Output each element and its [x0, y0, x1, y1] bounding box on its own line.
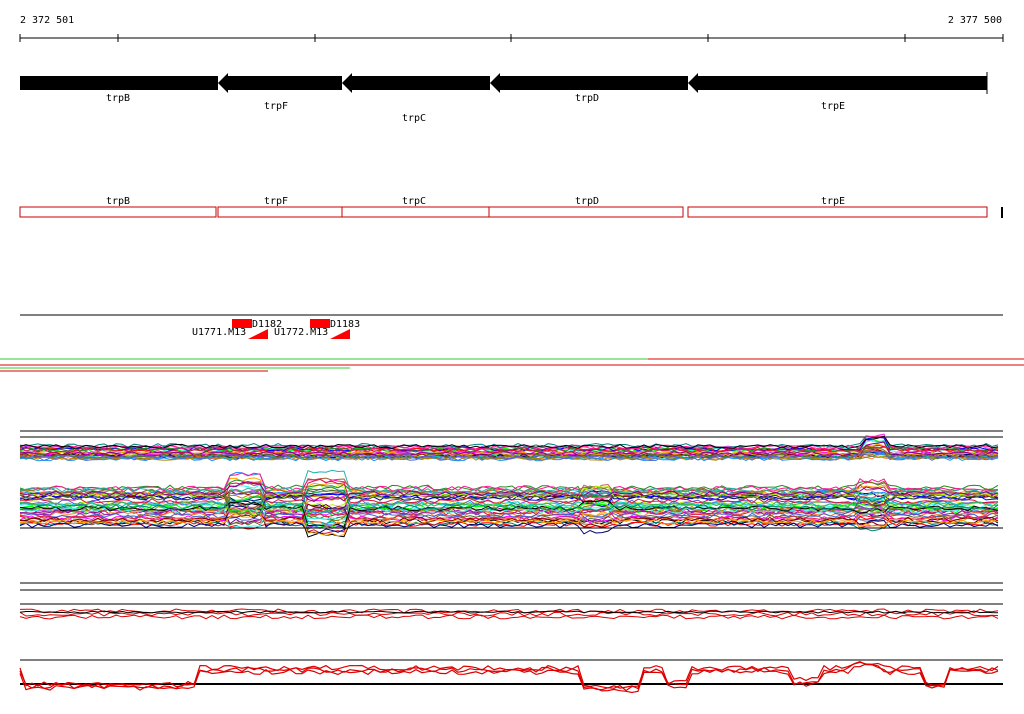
cds-box-trpD[interactable]	[488, 206, 684, 218]
coverage-lines	[0, 358, 1024, 372]
cds-track[interactable]: trpB trpF trpC trpD trpE	[19, 196, 1003, 218]
cds-box-trpC[interactable]	[341, 206, 490, 218]
red-profile-track-c	[19, 582, 1003, 620]
cds-box-trpB[interactable]	[19, 206, 217, 218]
clone-u1771-m13[interactable]	[248, 329, 268, 339]
gene-label-trpE: trpE	[821, 101, 845, 112]
red-profile-track-d	[19, 659, 1003, 694]
gene-arrow-trpD[interactable]	[490, 73, 688, 93]
cds-label-trpC: trpC	[402, 196, 426, 207]
probe-track[interactable]: D1182 U1771.M13 D1183 U1772.M13	[20, 314, 1003, 339]
gene-label-trpF: trpF	[264, 101, 288, 112]
gene-label-trpC: trpC	[402, 113, 426, 124]
cds-label-trpE: trpE	[821, 196, 845, 207]
genome-browser-view: 2 372 501 2 377 500 trpB trpF trpC trpD …	[0, 15, 1024, 694]
ruler-end-label: 2 377 500	[948, 15, 1002, 26]
clone-label-u1772: U1772.M13	[274, 327, 328, 338]
cds-label-trpD: trpD	[575, 196, 599, 207]
expression-profile-track-b	[19, 469, 1003, 538]
coordinate-ruler: 2 372 501 2 377 500	[19, 15, 1004, 42]
clone-u1772-m13[interactable]	[330, 329, 350, 339]
gene-track[interactable]: trpB trpF trpC trpD trpE	[20, 72, 988, 124]
gene-arrow-trpE[interactable]	[688, 73, 987, 93]
profile-c-series	[19, 614, 999, 620]
cds-label-trpB: trpB	[106, 196, 130, 207]
ruler-start-label: 2 372 501	[20, 15, 74, 26]
gene-arrow-trpF[interactable]	[218, 73, 342, 93]
cds-box-trpF[interactable]	[217, 206, 343, 218]
track-end-marker	[1001, 207, 1003, 218]
gene-label-trpB: trpB	[106, 93, 130, 104]
expression-profile-track-a	[19, 430, 1003, 462]
clone-label-u1771: U1771.M13	[192, 327, 246, 338]
gene-label-trpD: trpD	[575, 93, 599, 104]
probe-label-d1183: D1183	[330, 319, 360, 330]
gene-arrow-trpB[interactable]	[20, 76, 218, 90]
gene-arrow-trpC[interactable]	[342, 73, 490, 93]
cds-label-trpF: trpF	[264, 196, 288, 207]
cds-box-trpE[interactable]	[687, 206, 988, 218]
